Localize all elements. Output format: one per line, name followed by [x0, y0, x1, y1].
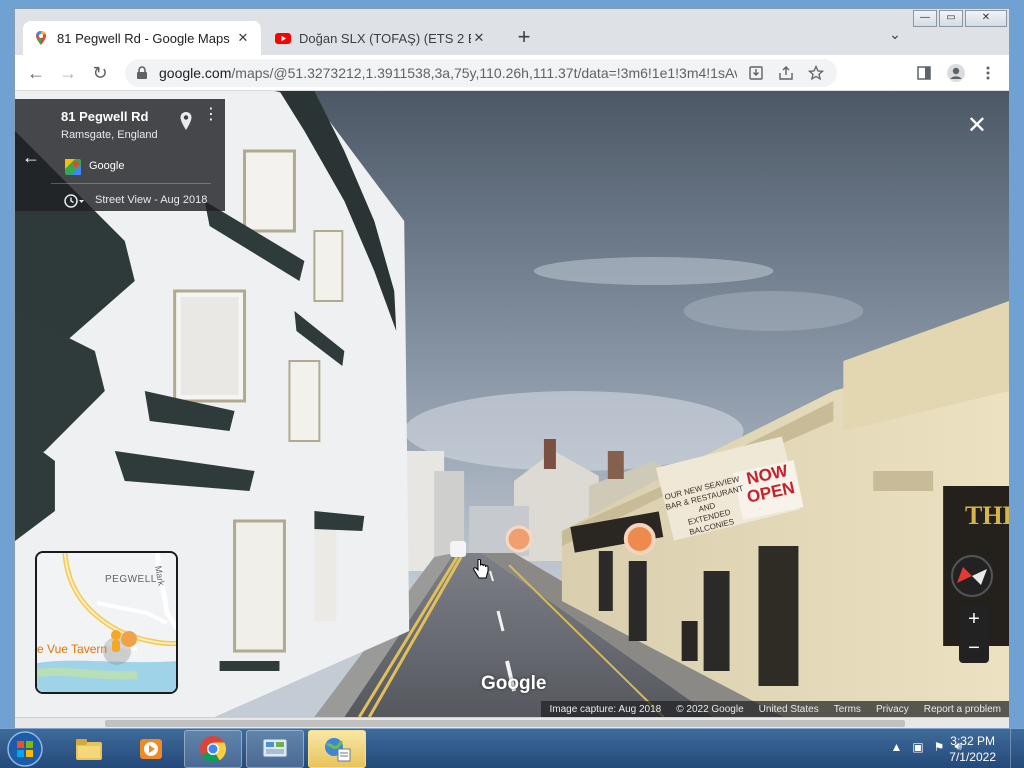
- card-divider: [51, 183, 211, 184]
- clock-time: 3:32 PM: [950, 734, 995, 748]
- browser-toolbar: ← → ↻ google.com/maps/@51.3273212,1.3911…: [15, 55, 1009, 91]
- browser-window: 81 Pegwell Rd - Google Maps ✕ Doğan SLX …: [14, 8, 1010, 729]
- location-info-card: ← 81 Pegwell Rd Ramsgate, England ⋮ Goog…: [15, 99, 225, 211]
- history-clock-icon[interactable]: [63, 193, 85, 209]
- url-host: google.com: [159, 65, 232, 81]
- close-window-button[interactable]: ✕: [965, 10, 1007, 27]
- chrome-icon: [200, 736, 227, 763]
- tab-google-maps[interactable]: 81 Pegwell Rd - Google Maps ✕: [23, 21, 261, 55]
- taskbar-explorer[interactable]: [60, 730, 118, 768]
- tab-strip: 81 Pegwell Rd - Google Maps ✕ Doğan SLX …: [15, 9, 1009, 55]
- tab-title: 81 Pegwell Rd - Google Maps: [57, 30, 230, 46]
- address-bar[interactable]: google.com/maps/@51.3273212,1.3911538,3a…: [125, 59, 837, 87]
- minimize-button[interactable]: —: [913, 10, 937, 27]
- install-app-icon[interactable]: [745, 62, 767, 84]
- tab-search-chevron-icon[interactable]: ⌄: [885, 26, 905, 46]
- taskbar-active-app[interactable]: [308, 730, 366, 768]
- compass-icon[interactable]: [949, 553, 995, 599]
- terms-link[interactable]: Terms: [834, 704, 861, 715]
- taskbar-media-player[interactable]: [122, 730, 180, 768]
- google-maps-favicon-icon: [36, 31, 46, 45]
- place-address: 81 Pegwell Rd: [61, 109, 149, 124]
- reload-button[interactable]: ↻: [87, 60, 113, 86]
- privacy-link[interactable]: Privacy: [876, 704, 909, 715]
- tray-expand-icon[interactable]: ▲: [890, 740, 902, 754]
- windows-taskbar: ▲ ▣ ⚑ 🔊︎ 3:32 PM 7/1/2022: [0, 728, 1024, 768]
- forward-button[interactable]: →: [55, 60, 81, 86]
- street-view-viewport[interactable]: NOW OPEN OUR NEW SEAVIEW BAR & RESTAURAN…: [15, 91, 1009, 717]
- youtube-favicon-icon: [275, 33, 291, 44]
- network-globe-icon: [325, 738, 351, 762]
- windows-start-icon[interactable]: [4, 729, 46, 768]
- action-center-icon[interactable]: ⚑: [934, 740, 945, 754]
- copyright-text: © 2022 Google: [676, 703, 744, 715]
- profile-avatar-icon[interactable]: [943, 60, 969, 86]
- back-arrow-icon[interactable]: ←: [21, 147, 41, 168]
- tab-close-button[interactable]: ✕: [471, 30, 487, 46]
- map-place-label: e Vue Tavern: [37, 642, 108, 656]
- tab-close-button[interactable]: ✕: [235, 30, 251, 46]
- lock-icon: [137, 66, 147, 79]
- folder-icon: [76, 739, 102, 760]
- imagery-source: Google: [89, 160, 125, 172]
- network-icon[interactable]: ▣: [912, 740, 923, 754]
- hand-cursor-icon: [473, 559, 489, 579]
- share-icon[interactable]: [775, 62, 797, 84]
- url-text: google.com/maps/@51.3273212,1.3911538,3a…: [159, 65, 737, 81]
- region-link[interactable]: United States: [759, 704, 819, 715]
- maximize-button[interactable]: ▭: [939, 10, 963, 27]
- more-options-icon[interactable]: ⋮: [203, 107, 219, 123]
- tab-youtube[interactable]: Doğan SLX (TOFAŞ) (ETS 2 EDİT) ✕: [265, 21, 497, 55]
- side-panel-icon[interactable]: [911, 60, 937, 86]
- bookmark-star-icon[interactable]: [805, 62, 827, 84]
- taskbar-clock[interactable]: 3:32 PM 7/1/2022: [949, 733, 996, 765]
- map-area-label: PEGWELL: [105, 574, 157, 585]
- mini-map[interactable]: PEGWELL Mark e Vue Tavern: [35, 551, 178, 694]
- location-pin-icon[interactable]: [179, 111, 193, 131]
- clock-date: 7/1/2022: [949, 750, 996, 764]
- close-street-view-button[interactable]: ✕: [967, 111, 987, 140]
- taskbar-chrome[interactable]: [184, 730, 242, 768]
- media-player-icon: [140, 739, 162, 759]
- url-path: /maps/@51.3273212,1.3911538,3a,75y,110.2…: [231, 65, 737, 81]
- report-problem-link[interactable]: Report a problem: [924, 704, 1001, 715]
- control-panel-icon: [262, 738, 288, 758]
- place-city: Ramsgate, England: [61, 129, 158, 141]
- browser-menu-icon[interactable]: [975, 60, 1001, 86]
- google-maps-logo-icon: [65, 159, 81, 175]
- zoom-controls: + −: [959, 605, 989, 663]
- pub-name-sign: THE: [965, 501, 1009, 530]
- zoom-out-button[interactable]: −: [959, 634, 989, 663]
- window-controls: — ▭ ✕: [911, 10, 1007, 27]
- tab-title: Doğan SLX (TOFAŞ) (ETS 2 EDİT): [299, 30, 471, 46]
- streetview-date: Street View - Aug 2018: [95, 194, 208, 206]
- image-capture-date: Image capture: Aug 2018: [549, 703, 662, 715]
- show-desktop-button[interactable]: [1010, 729, 1024, 768]
- zoom-in-button[interactable]: +: [959, 605, 989, 634]
- taskbar-control-panel[interactable]: [246, 730, 304, 768]
- new-tab-button[interactable]: +: [511, 24, 537, 50]
- map-footer: Image capture: Aug 2018 © 2022 Google Un…: [541, 701, 1009, 717]
- google-watermark: Google: [481, 673, 547, 694]
- scrollbar-thumb[interactable]: [105, 720, 905, 727]
- back-button[interactable]: ←: [23, 60, 49, 86]
